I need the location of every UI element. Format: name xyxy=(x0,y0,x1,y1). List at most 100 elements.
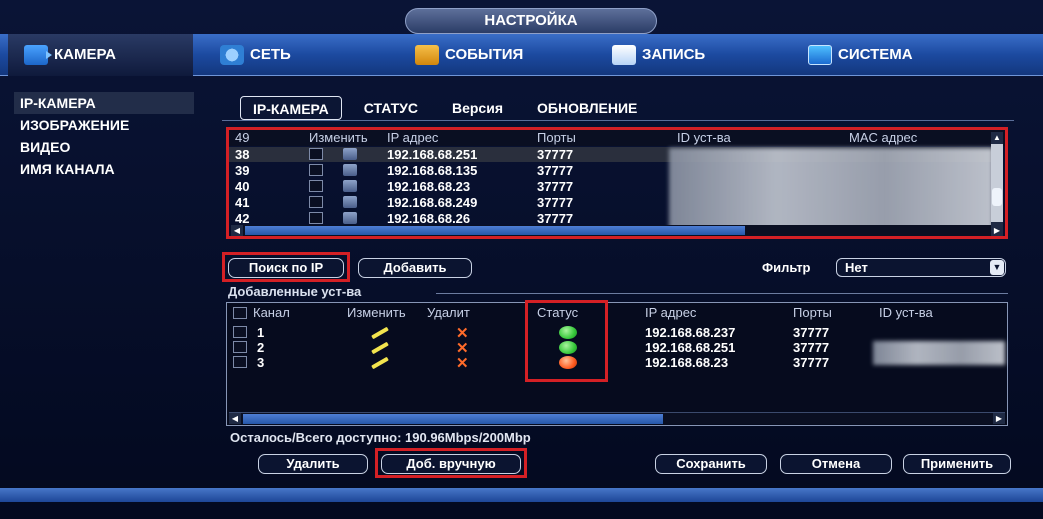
filter-value: Нет xyxy=(845,260,868,275)
added-devices-table: Канал Изменить Удалит Статус IP адрес По… xyxy=(226,302,1008,426)
nav-network[interactable]: СЕТЬ xyxy=(220,34,291,76)
row-ip: 192.168.68.251 xyxy=(645,340,736,355)
nav-network-label: СЕТЬ xyxy=(250,46,291,63)
row-number: 39 xyxy=(235,163,250,178)
row-checkbox[interactable] xyxy=(309,164,323,176)
filter-label: Фильтр xyxy=(762,260,811,275)
sidebar-item-channel-name[interactable]: ИМЯ КАНАЛА xyxy=(14,158,194,180)
edit-pencil-icon[interactable] xyxy=(371,341,389,355)
edit-icon[interactable] xyxy=(343,148,357,160)
search-table-vscroll[interactable]: ▲ ▼ xyxy=(991,132,1003,234)
scroll-up-icon[interactable]: ▲ xyxy=(991,132,1003,144)
col-device-id[interactable]: ID уст-ва xyxy=(879,305,933,321)
col-port[interactable]: Порты xyxy=(793,305,832,321)
save-button[interactable]: Сохранить xyxy=(655,454,767,474)
edit-icon[interactable] xyxy=(343,164,357,176)
tab-ip-camera[interactable]: IP-КАМЕРА xyxy=(240,96,342,120)
search-table-hscroll[interactable]: ◀ ▶ xyxy=(231,225,1003,236)
nav-record[interactable]: ЗАПИСЬ xyxy=(612,34,705,76)
nav-events[interactable]: СОБЫТИЯ xyxy=(415,34,523,76)
scroll-left-icon[interactable]: ◀ xyxy=(229,413,241,424)
sidebar-item-image[interactable]: ИЗОБРАЖЕНИЕ xyxy=(14,114,194,136)
camera-icon xyxy=(24,45,52,65)
scroll-thumb[interactable] xyxy=(245,226,745,235)
add-button[interactable]: Добавить xyxy=(358,258,472,278)
row-ip: 192.168.68.251 xyxy=(387,147,478,162)
row-checkbox[interactable] xyxy=(233,326,247,338)
system-icon xyxy=(808,45,832,65)
row-checkbox[interactable] xyxy=(309,212,323,224)
bottom-bar xyxy=(0,488,1043,502)
row-checkbox[interactable] xyxy=(233,341,247,353)
col-edit: Изменить xyxy=(309,130,368,145)
row-port: 37777 xyxy=(537,195,574,210)
section-divider xyxy=(436,293,1008,294)
added-table-header: Канал Изменить Удалит Статус IP адрес По… xyxy=(227,305,1007,321)
manual-add-button[interactable]: Доб. вручную xyxy=(381,454,521,474)
row-port: 37777 xyxy=(537,163,574,178)
apply-button[interactable]: Применить xyxy=(903,454,1011,474)
edit-icon[interactable] xyxy=(343,180,357,192)
redacted-device-info xyxy=(669,148,993,234)
scroll-thumb[interactable] xyxy=(243,414,663,424)
nav-camera[interactable]: КАМЕРА xyxy=(8,34,193,76)
sidebar-item-ip-camera[interactable]: IP-КАМЕРА xyxy=(14,92,194,114)
row-number: 41 xyxy=(235,195,250,210)
row-ip: 192.168.68.135 xyxy=(387,163,478,178)
row-ip: 192.168.68.23 xyxy=(645,355,729,370)
table-row[interactable]: 1 ✕ 192.168.68.237 37777 xyxy=(227,325,1007,342)
tab-divider xyxy=(222,120,1014,121)
edit-icon[interactable] xyxy=(343,212,357,224)
nav-system[interactable]: СИСТЕМА xyxy=(808,34,913,76)
row-checkbox[interactable] xyxy=(309,196,323,208)
scroll-left-icon[interactable]: ◀ xyxy=(231,225,243,236)
col-ip[interactable]: IP адрес xyxy=(645,305,696,321)
row-checkbox[interactable] xyxy=(233,356,247,368)
row-port: 37777 xyxy=(793,340,830,355)
col-port[interactable]: Порты xyxy=(537,130,576,146)
select-all-checkbox[interactable] xyxy=(233,307,247,319)
top-nav: КАМЕРА СЕТЬ СОБЫТИЯ ЗАПИСЬ СИСТЕМА xyxy=(0,34,1043,76)
nav-camera-label: КАМЕРА xyxy=(54,46,117,63)
row-port: 37777 xyxy=(793,325,830,340)
chevron-down-icon[interactable]: ▼ xyxy=(990,260,1004,275)
scroll-right-icon[interactable]: ▶ xyxy=(993,413,1005,424)
tab-status[interactable]: СТАТУС xyxy=(352,96,430,120)
nav-events-label: СОБЫТИЯ xyxy=(445,46,524,63)
row-ip: 192.168.68.237 xyxy=(645,325,736,340)
events-icon xyxy=(415,45,439,65)
row-port: 37777 xyxy=(537,147,574,162)
filter-select[interactable]: Нет ▼ xyxy=(836,258,1006,277)
setup-window: НАСТРОЙКА КАМЕРА СЕТЬ СОБЫТИЯ ЗАПИСЬ СИС… xyxy=(0,0,1043,519)
col-device-id[interactable]: ID уст-ва xyxy=(677,130,731,146)
row-channel: 3 xyxy=(257,355,265,370)
edit-pencil-icon[interactable] xyxy=(371,326,389,340)
col-ip[interactable]: IP адрес xyxy=(387,130,438,146)
bandwidth-info: Осталось/Всего доступно: 190.96Mbps/200M… xyxy=(230,430,531,445)
sidebar-item-video[interactable]: ВИДЕО xyxy=(14,136,194,158)
edit-pencil-icon[interactable] xyxy=(371,356,389,370)
edit-icon[interactable] xyxy=(343,196,357,208)
scroll-thumb[interactable] xyxy=(992,188,1002,206)
col-channel[interactable]: Канал xyxy=(253,305,290,321)
search-ip-button[interactable]: Поиск по IP xyxy=(228,258,344,278)
row-number: 40 xyxy=(235,179,250,194)
col-edit: Изменить xyxy=(347,305,406,320)
delete-icon[interactable]: ✕ xyxy=(456,354,469,372)
row-number: 42 xyxy=(235,211,250,226)
col-mac[interactable]: MAC адрес xyxy=(849,130,917,146)
row-checkbox[interactable] xyxy=(309,148,323,160)
tab-version[interactable]: Версия xyxy=(440,96,515,120)
tab-update[interactable]: ОБНОВЛЕНИЕ xyxy=(525,96,649,120)
row-channel: 1 xyxy=(257,325,265,340)
nav-record-label: ЗАПИСЬ xyxy=(642,46,706,63)
delete-button[interactable]: Удалить xyxy=(258,454,368,474)
network-icon xyxy=(220,45,244,65)
added-table-hscroll[interactable]: ◀ ▶ xyxy=(229,412,1005,424)
row-ip: 192.168.68.23 xyxy=(387,179,471,194)
cancel-button[interactable]: Отмена xyxy=(780,454,892,474)
redacted-device-id xyxy=(873,341,1005,365)
status-column-highlight xyxy=(525,300,608,382)
row-checkbox[interactable] xyxy=(309,180,323,192)
scroll-right-icon[interactable]: ▶ xyxy=(991,225,1003,236)
